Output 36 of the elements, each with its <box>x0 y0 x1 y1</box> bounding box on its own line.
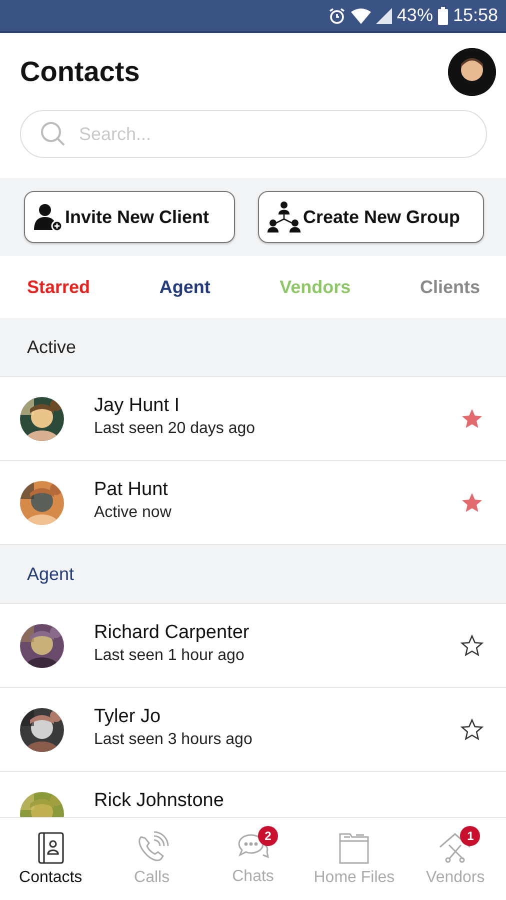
contact-status: Active now <box>94 504 172 522</box>
category-tab[interactable]: Agent <box>159 276 210 298</box>
star-outline-icon[interactable] <box>460 634 484 658</box>
invite-client-button[interactable]: Invite New Client <box>24 191 235 243</box>
contact-status: Last seen 1 hour ago <box>94 647 246 665</box>
person-add-icon <box>33 202 63 232</box>
profile-avatar[interactable] <box>448 48 496 96</box>
house-tools-icon[interactable] <box>438 831 472 865</box>
count-badge: 2 <box>258 826 278 846</box>
alarm-icon <box>328 6 346 24</box>
count-badge: 1 <box>460 826 480 846</box>
contact-status: Last seen 3 hours ago <box>94 731 254 749</box>
nav-tab[interactable]: Contacts <box>0 818 102 900</box>
search-icon <box>40 121 66 147</box>
category-tab[interactable]: Clients <box>420 276 480 298</box>
section-header: Agent <box>27 564 74 584</box>
contact-status: Last seen 20 days ago <box>94 420 256 438</box>
section-header: Active <box>27 336 76 358</box>
nav-tab[interactable]: Chats 2 <box>202 818 304 900</box>
nav-tab[interactable]: Vendors 1 <box>404 818 506 900</box>
address-book-icon[interactable] <box>36 831 66 865</box>
contact-name: Rick Johnstone <box>94 790 225 812</box>
clock-time: 15:58 <box>452 5 498 26</box>
group-icon <box>267 201 301 233</box>
wifi-icon <box>350 8 371 24</box>
contact-name: Jay Hunt I <box>94 395 181 417</box>
contact-name: Richard Carpenter <box>94 622 250 644</box>
contact-name: Tyler Jo <box>94 706 162 728</box>
page-title: Contacts <box>20 56 140 88</box>
contact-name: Pat Hunt <box>94 479 169 501</box>
signal-icon <box>376 8 392 24</box>
category-tab[interactable]: Starred <box>27 276 90 298</box>
star-outline-icon[interactable] <box>460 718 484 742</box>
battery-icon <box>438 6 448 24</box>
create-group-button[interactable]: Create New Group <box>258 191 484 243</box>
battery-percent: 43% <box>396 5 433 26</box>
